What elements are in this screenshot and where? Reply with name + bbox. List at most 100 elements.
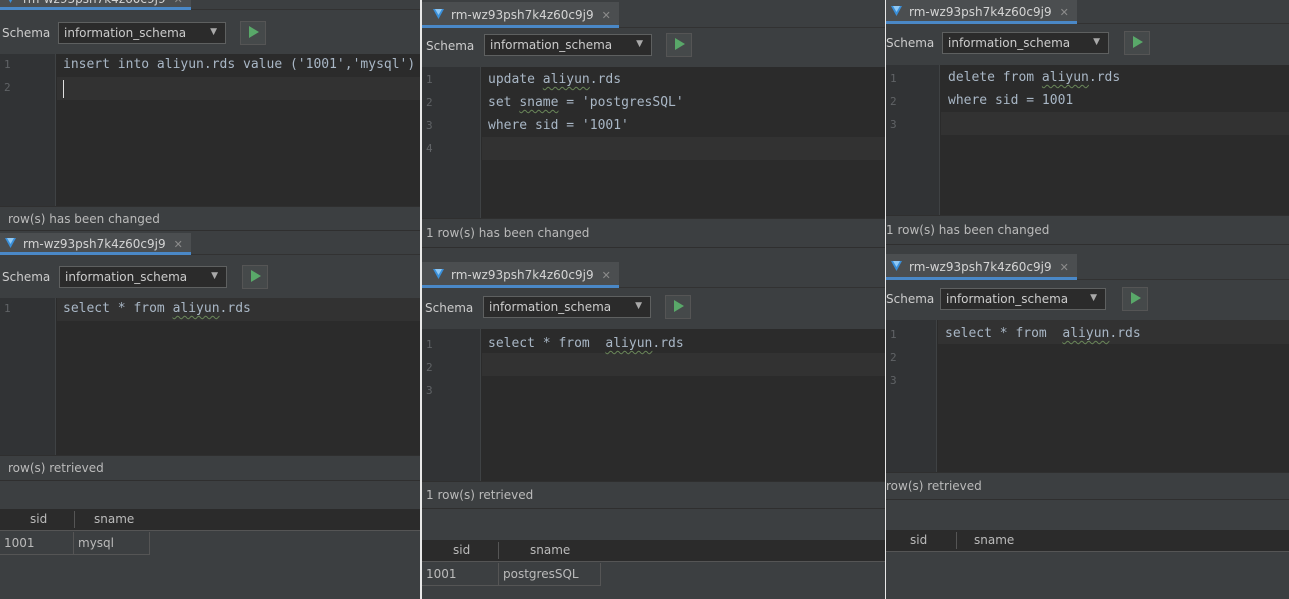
play-icon bbox=[673, 299, 684, 315]
line-number: 1 bbox=[4, 58, 11, 71]
table-ref: aliyun bbox=[542, 72, 590, 87]
line-number: 4 bbox=[426, 142, 433, 155]
tab-connection[interactable]: rm-wz93psh7k4z60c9j9 ✕ bbox=[0, 233, 191, 255]
status-bar: 1 row(s) has been changed bbox=[422, 218, 885, 248]
tab-connection[interactable]: rm-wz93psh7k4z60c9j9 ✕ bbox=[886, 0, 1077, 24]
column-ref: sname bbox=[519, 95, 559, 110]
line-number: 1 bbox=[426, 73, 433, 86]
current-line-highlight bbox=[57, 77, 420, 100]
cell-sname: postgresSQL bbox=[499, 563, 601, 586]
schema-select[interactable]: information_schema ▼ bbox=[58, 22, 226, 44]
current-line-highlight bbox=[941, 112, 1289, 135]
tab-active-indicator bbox=[0, 7, 191, 10]
toolbar: Schema information_schema ▼ bbox=[422, 291, 885, 325]
column-header-sname[interactable]: sname bbox=[974, 533, 1014, 547]
column-left: rm-wz93psh7k4z60c9j9 ✕ Schema informatio… bbox=[0, 0, 420, 599]
close-icon[interactable]: ✕ bbox=[174, 238, 183, 251]
database-icon bbox=[4, 0, 17, 7]
run-button[interactable] bbox=[666, 33, 692, 57]
close-icon[interactable]: ✕ bbox=[1060, 261, 1069, 274]
tab-connection[interactable]: rm-wz93psh7k4z60c9j9 ✕ bbox=[422, 2, 619, 28]
column-header-sid[interactable]: sid bbox=[910, 533, 927, 547]
status-text: 1 row(s) has been changed bbox=[426, 226, 590, 240]
sql-editor[interactable]: 1 2 3 select * from aliyun.rds bbox=[886, 320, 1289, 472]
column-header-sname[interactable]: sname bbox=[94, 512, 134, 526]
current-line-highlight bbox=[482, 353, 885, 376]
tab-connection[interactable]: rm-wz93psh7k4z60c9j9 ✕ bbox=[422, 262, 619, 288]
table-row[interactable]: 1001 mysql bbox=[0, 532, 150, 555]
status-bar: 1 row(s) retrieved bbox=[422, 481, 885, 509]
column-divider bbox=[885, 0, 886, 599]
toolbar: Schema information_schema ▼ bbox=[886, 282, 1289, 316]
close-icon[interactable]: ✕ bbox=[602, 9, 611, 22]
close-icon[interactable]: ✕ bbox=[174, 0, 183, 6]
line-number: 3 bbox=[426, 384, 433, 397]
chevron-down-icon: ▼ bbox=[636, 39, 643, 49]
panel-delete: rm-wz93psh7k4z60c9j9 ✕ Schema informatio… bbox=[886, 0, 1289, 252]
schema-select[interactable]: information_schema ▼ bbox=[940, 288, 1106, 310]
tab-connection[interactable]: rm-wz93psh7k4z60c9j9 ✕ bbox=[0, 0, 191, 10]
line-number: 2 bbox=[426, 96, 433, 109]
table-ref: aliyun bbox=[605, 336, 653, 351]
code-line: delete from aliyun.rds bbox=[948, 70, 1121, 85]
table-ref: aliyun bbox=[1041, 70, 1089, 85]
code-line: insert into aliyun.rds value ('1001','my… bbox=[63, 57, 416, 72]
result-panel: sid sname bbox=[886, 500, 1289, 599]
line-number: 3 bbox=[426, 119, 433, 132]
tab-bar: rm-wz93psh7k4z60c9j9 ✕ bbox=[422, 2, 885, 28]
tab-label: rm-wz93psh7k4z60c9j9 bbox=[909, 260, 1052, 274]
schema-select[interactable]: information_schema ▼ bbox=[483, 296, 651, 318]
sql-editor[interactable]: 1 2 insert into aliyun.rds value ('1001'… bbox=[0, 54, 420, 206]
run-button[interactable] bbox=[240, 21, 266, 45]
toolbar: Schema information_schema ▼ bbox=[886, 26, 1289, 60]
code-line: select * from aliyun.rds bbox=[488, 336, 684, 351]
status-text: row(s) retrieved bbox=[886, 479, 982, 493]
column-header-sname[interactable]: sname bbox=[530, 543, 570, 557]
tab-bar: rm-wz93psh7k4z60c9j9 ✕ bbox=[0, 0, 420, 10]
table-ref: aliyun bbox=[1062, 326, 1110, 341]
sql-editor[interactable]: 1 2 3 delete from aliyun.rds where sid =… bbox=[886, 65, 1289, 215]
run-button[interactable] bbox=[1122, 287, 1148, 311]
table-ref: aliyun bbox=[172, 301, 220, 316]
close-icon[interactable]: ✕ bbox=[1060, 6, 1069, 19]
result-header: sid sname bbox=[886, 530, 1289, 552]
tab-connection[interactable]: rm-wz93psh7k4z60c9j9 ✕ bbox=[886, 254, 1077, 280]
run-button[interactable] bbox=[665, 295, 691, 319]
code-line: set sname = 'postgresSQL' bbox=[488, 95, 684, 110]
schema-label: Schema bbox=[2, 26, 51, 40]
code-line: where sid = '1001' bbox=[488, 118, 629, 133]
schema-select[interactable]: information_schema ▼ bbox=[59, 266, 227, 288]
panel-select: rm-wz93psh7k4z60c9j9 ✕ Schema informatio… bbox=[422, 262, 885, 599]
column-header-sid[interactable]: sid bbox=[453, 543, 470, 557]
line-number: 1 bbox=[890, 328, 897, 341]
result-header: sid sname bbox=[0, 509, 420, 531]
line-gutter bbox=[422, 329, 481, 481]
cell-sid: 1001 bbox=[0, 532, 74, 555]
tab-label: rm-wz93psh7k4z60c9j9 bbox=[451, 8, 594, 22]
toolbar: Schema information_schema ▼ bbox=[0, 16, 420, 50]
schema-value: information_schema bbox=[489, 300, 612, 314]
sql-editor[interactable]: 1 2 3 select * from aliyun.rds bbox=[422, 329, 885, 481]
close-icon[interactable]: ✕ bbox=[602, 269, 611, 282]
status-text: row(s) has been changed bbox=[8, 211, 160, 226]
code-line: where sid = 1001 bbox=[948, 93, 1074, 108]
database-icon bbox=[432, 268, 445, 283]
code-line: update aliyun.rds bbox=[488, 72, 622, 87]
sql-editor[interactable]: 1 select * from aliyun.rds bbox=[0, 298, 420, 455]
table-row[interactable]: 1001 postgresSQL bbox=[422, 563, 602, 586]
run-button[interactable] bbox=[1124, 31, 1150, 55]
column-header-sid[interactable]: sid bbox=[30, 512, 47, 526]
tab-bar: rm-wz93psh7k4z60c9j9 ✕ bbox=[886, 254, 1289, 280]
tab-bar: rm-wz93psh7k4z60c9j9 ✕ bbox=[886, 0, 1289, 24]
column-right: rm-wz93psh7k4z60c9j9 ✕ Schema informatio… bbox=[886, 0, 1289, 599]
result-panel: sid sname 1001 mysql bbox=[0, 481, 420, 599]
schema-select[interactable]: information_schema ▼ bbox=[484, 34, 652, 56]
status-bar: row(s) has been changed bbox=[0, 206, 420, 231]
status-bar: row(s) retrieved bbox=[0, 455, 420, 481]
line-number: 3 bbox=[890, 374, 897, 387]
run-button[interactable] bbox=[242, 265, 268, 289]
sql-editor[interactable]: 1 2 3 4 update aliyun.rds set sname = 'p… bbox=[422, 67, 885, 218]
schema-value: information_schema bbox=[948, 36, 1071, 50]
schema-select[interactable]: information_schema ▼ bbox=[942, 32, 1109, 54]
play-icon bbox=[250, 269, 261, 285]
